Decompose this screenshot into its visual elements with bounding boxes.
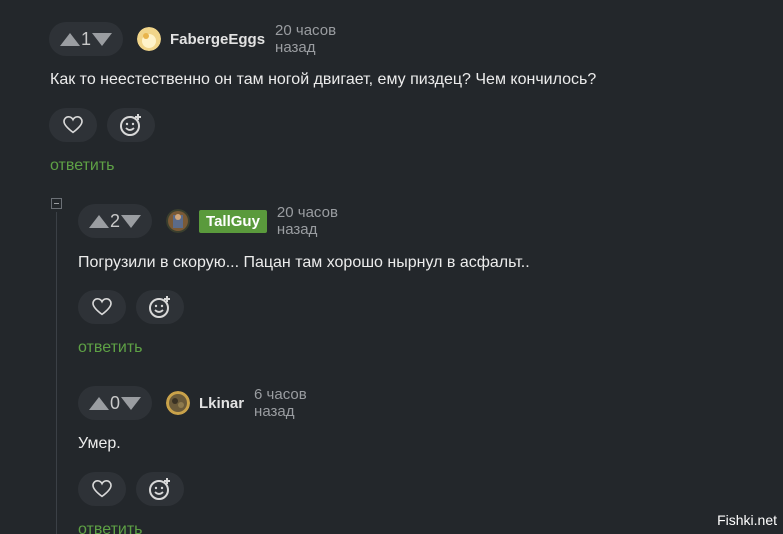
upvote-icon[interactable] <box>88 396 110 410</box>
author-name[interactable]: TallGuy <box>199 209 267 233</box>
like-button[interactable] <box>49 108 97 142</box>
emoji-add-icon <box>149 296 170 318</box>
comment-actions <box>78 472 184 506</box>
comment-header: 2 TallGuy 20 часов назад <box>78 204 339 238</box>
upvote-icon[interactable] <box>88 214 110 228</box>
rating-value: 0 <box>110 392 121 413</box>
author-name[interactable]: FabergeEggs <box>170 31 265 48</box>
comment-text: Погрузили в скорую... Пацан там хорошо н… <box>78 254 530 271</box>
comments-page: 1 FabergeEggs 20 часов назад Как то неес… <box>0 0 783 534</box>
emoji-add-icon <box>120 114 141 136</box>
avatar[interactable] <box>166 209 191 233</box>
react-button[interactable] <box>136 290 184 324</box>
vote-control: 0 <box>78 386 153 420</box>
vote-control: 1 <box>49 22 124 56</box>
avatar[interactable] <box>166 391 191 415</box>
comment-actions <box>49 108 155 142</box>
comment-text: Как то неестественно он там ногой двигае… <box>50 71 597 88</box>
author-name[interactable]: Lkinar <box>199 395 244 412</box>
reply-link[interactable]: ответить <box>78 339 143 357</box>
comment-time: 20 часов назад <box>276 204 338 238</box>
reply-link[interactable]: ответить <box>50 157 115 175</box>
comment-time: 20 часов назад <box>275 22 337 56</box>
downvote-icon[interactable] <box>120 396 142 410</box>
vote-control: 2 <box>78 204 153 238</box>
comment-time: 6 часов назад <box>254 386 307 420</box>
rating-value: 1 <box>81 28 92 49</box>
comment-header: 0 Lkinar 6 часов назад <box>78 386 316 420</box>
heart-icon <box>92 298 112 316</box>
react-button[interactable] <box>107 108 155 142</box>
downvote-icon[interactable] <box>91 32 113 46</box>
like-button[interactable] <box>78 290 126 324</box>
rating-value: 2 <box>110 210 121 231</box>
react-button[interactable] <box>136 472 184 506</box>
downvote-icon[interactable] <box>120 214 142 228</box>
reply-link[interactable]: ответить <box>78 521 143 534</box>
thread-line <box>56 212 57 534</box>
comment-actions <box>78 290 184 324</box>
heart-icon <box>63 116 83 134</box>
upvote-icon[interactable] <box>59 32 81 46</box>
comment-text: Умер. <box>78 435 121 452</box>
like-button[interactable] <box>78 472 126 506</box>
collapse-thread-icon[interactable] <box>51 198 62 209</box>
avatar[interactable] <box>137 27 162 51</box>
emoji-add-icon <box>149 478 170 500</box>
comment-header: 1 FabergeEggs 20 часов назад <box>49 22 337 56</box>
watermark: Fishki.net <box>717 512 777 528</box>
heart-icon <box>92 480 112 498</box>
